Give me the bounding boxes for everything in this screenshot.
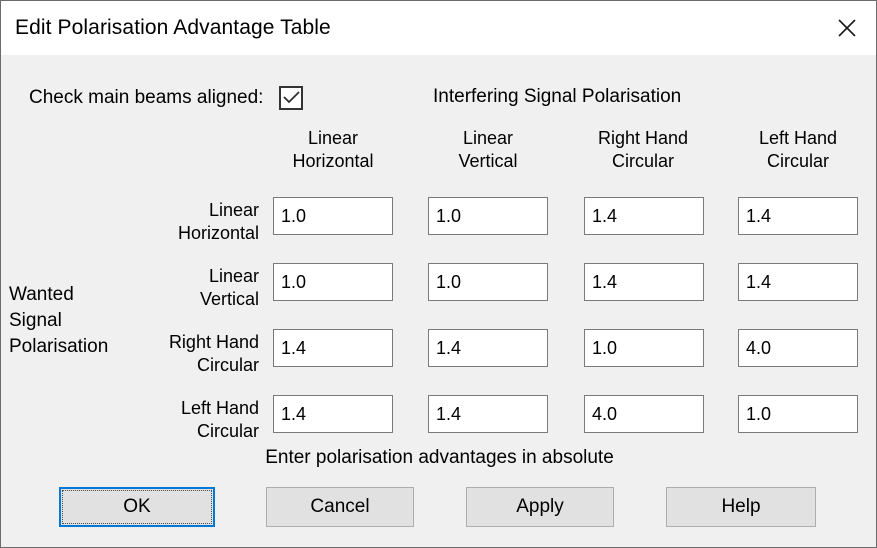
column-header-1-line1: Linear xyxy=(462,128,514,148)
check-main-beams-row: Check main beams aligned: xyxy=(29,86,304,110)
column-header-2-line1: Right Hand xyxy=(597,128,689,148)
cell-input-r2-c3[interactable] xyxy=(738,329,858,367)
column-header-2: Right Hand Circular xyxy=(565,127,721,173)
row-header-0: Linear Horizontal xyxy=(79,199,259,245)
cell-input-r0-c0[interactable] xyxy=(273,197,393,235)
cell-input-r0-c1[interactable] xyxy=(428,197,548,235)
dialog-window: Edit Polarisation Advantage Table Check … xyxy=(0,0,877,548)
cancel-button-label: Cancel xyxy=(310,496,370,517)
cancel-button[interactable]: Cancel xyxy=(266,487,414,527)
row-header-0-line1: Linear xyxy=(208,200,259,220)
dialog-body: Check main beams aligned: Interfering Si… xyxy=(1,55,876,547)
checkmark-icon xyxy=(283,91,300,105)
row-header-3: Left Hand Circular xyxy=(79,397,259,443)
hint-text: Enter polarisation advantages in absolut… xyxy=(265,447,614,468)
row-header-1-line1: Linear xyxy=(208,266,259,286)
cell-input-r2-c2[interactable] xyxy=(584,329,704,367)
column-header-0-line1: Linear xyxy=(307,128,359,148)
cell-input-r0-c3[interactable] xyxy=(738,197,858,235)
cell-input-r1-c0[interactable] xyxy=(273,263,393,301)
row-header-1: Linear Vertical xyxy=(79,265,259,311)
cell-input-r3-c0[interactable] xyxy=(273,395,393,433)
help-button-label: Help xyxy=(721,496,761,517)
apply-button-label: Apply xyxy=(516,496,564,517)
cell-input-r3-c3[interactable] xyxy=(738,395,858,433)
column-header-3-line2: Circular xyxy=(766,151,829,171)
column-headers: Linear Horizontal Linear Vertical Right … xyxy=(1,127,877,185)
row-header-2-line1: Right Hand xyxy=(168,332,259,352)
cell-input-r2-c0[interactable] xyxy=(273,329,393,367)
row-header-2-line2: Circular xyxy=(196,355,259,375)
ok-button-label: OK xyxy=(123,496,151,517)
close-icon xyxy=(836,17,858,39)
help-button[interactable]: Help xyxy=(666,487,816,527)
column-header-0: Linear Horizontal xyxy=(255,127,411,173)
cell-input-r1-c1[interactable] xyxy=(428,263,548,301)
row-header-3-line1: Left Hand xyxy=(180,398,259,418)
row-header-0-line2: Horizontal xyxy=(177,223,259,243)
cell-input-r0-c2[interactable] xyxy=(584,197,704,235)
column-header-1: Linear Vertical xyxy=(410,127,566,173)
column-header-3-line1: Left Hand xyxy=(758,128,838,148)
column-header-1-line2: Vertical xyxy=(458,151,518,171)
button-bar: OK Cancel Apply Help xyxy=(1,487,877,531)
cell-input-r1-c3[interactable] xyxy=(738,263,858,301)
column-header-3: Left Hand Circular xyxy=(720,127,876,173)
column-header-0-line2: Horizontal xyxy=(292,151,374,171)
close-button[interactable] xyxy=(818,1,876,55)
column-header-2-line2: Circular xyxy=(611,151,674,171)
ok-button[interactable]: OK xyxy=(59,487,215,527)
check-main-beams-label: Check main beams aligned: xyxy=(29,87,264,108)
check-main-beams-checkbox[interactable] xyxy=(279,86,304,110)
apply-button[interactable]: Apply xyxy=(466,487,614,527)
row-header-2: Right Hand Circular xyxy=(79,331,259,377)
window-title: Edit Polarisation Advantage Table xyxy=(15,16,331,39)
row-header-1-line2: Vertical xyxy=(199,289,259,309)
cell-input-r2-c1[interactable] xyxy=(428,329,548,367)
cell-input-r3-c2[interactable] xyxy=(584,395,704,433)
title-bar: Edit Polarisation Advantage Table xyxy=(1,1,876,55)
cell-input-r1-c2[interactable] xyxy=(584,263,704,301)
row-header-3-line2: Circular xyxy=(196,421,259,441)
cell-input-r3-c1[interactable] xyxy=(428,395,548,433)
interfering-signal-title: Interfering Signal Polarisation xyxy=(433,86,682,107)
